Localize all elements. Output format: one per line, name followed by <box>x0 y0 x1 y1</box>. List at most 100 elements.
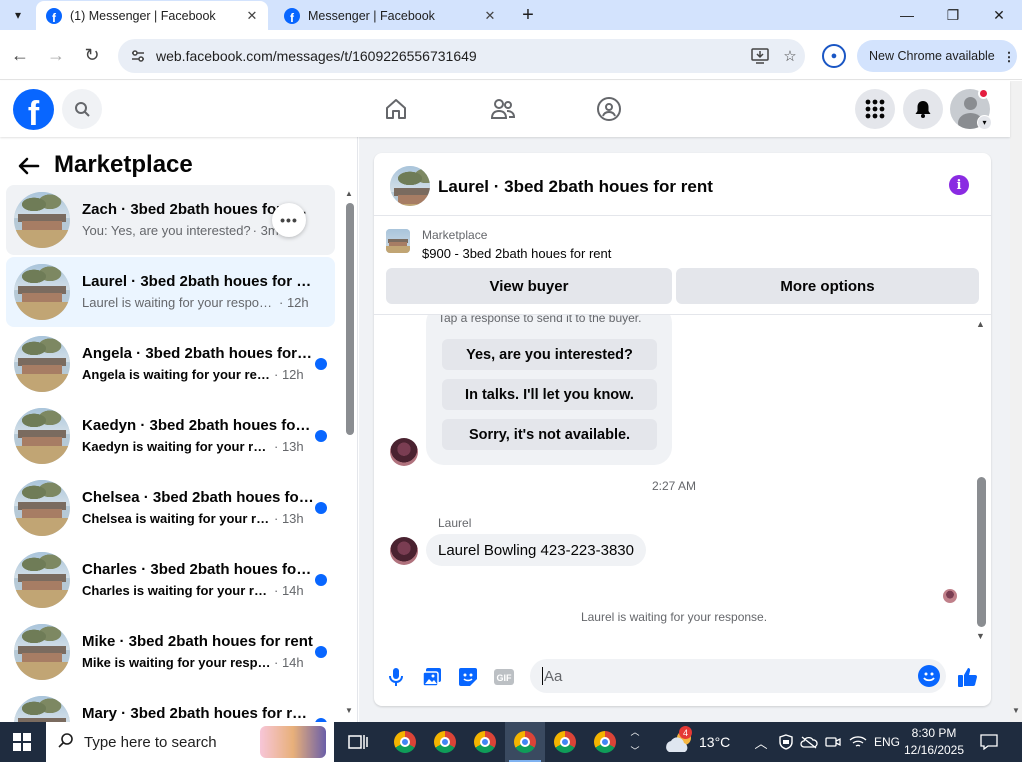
conversation-item[interactable]: Chelsea · 3bed 2bath houes for rent Chels… <box>6 473 335 543</box>
scroll-down-arrow-icon[interactable]: ▼ <box>976 631 985 641</box>
listing-thumbnail <box>14 552 70 608</box>
emoji-icon[interactable] <box>918 665 940 687</box>
preview-snippet: Kaedyn is waiting for your response. <box>82 439 272 454</box>
more-options-button[interactable]: More options <box>676 268 979 304</box>
buyer-avatar[interactable] <box>390 537 418 565</box>
info-icon[interactable]: i <box>949 175 969 195</box>
listing-thumbnail[interactable] <box>390 166 430 206</box>
close-icon[interactable]: ✕ <box>480 6 500 26</box>
conversation-preview: Kaedyn is waiting for your response.· 13… <box>82 439 304 454</box>
weather-temperature[interactable]: 13°C <box>699 734 730 750</box>
message-timestamp: 2:27 AM <box>651 479 697 493</box>
conversation-item[interactable]: Angela · 3bed 2bath houes for rent Angela… <box>6 329 335 399</box>
scrollbar-thumb[interactable] <box>346 203 354 435</box>
tab-messenger-active[interactable]: f (1) Messenger | Facebook ✕ <box>36 1 268 30</box>
chrome-update-button[interactable]: New Chrome available ⋮ <box>857 40 1017 72</box>
task-view-icon[interactable] <box>338 722 378 762</box>
sticker-icon[interactable] <box>456 665 480 689</box>
chrome-taskbar-icon[interactable] <box>505 722 545 762</box>
language-indicator[interactable]: ENG <box>874 735 900 749</box>
quick-reply-button[interactable]: Yes, are you interested? <box>442 339 657 370</box>
forward-arrow-icon[interactable]: → <box>43 42 69 68</box>
facebook-logo-icon[interactable]: f <box>13 89 54 130</box>
microphone-icon[interactable] <box>384 665 408 689</box>
menu-button[interactable] <box>855 89 895 129</box>
meet-camera-icon[interactable] <box>824 734 842 750</box>
preview-snippet: You: Yes, are you interested? <box>82 223 251 238</box>
groups-nav-button[interactable] <box>589 91 629 127</box>
chevron-up-icon[interactable]: ︿ <box>752 734 770 751</box>
scroll-up-arrow-icon[interactable]: ▲ <box>345 189 353 198</box>
tab-title: Messenger | Facebook <box>308 8 435 23</box>
conversation-preview: Angela is waiting for your response.· 12… <box>82 367 304 382</box>
onedrive-cloud-icon[interactable] <box>800 734 818 750</box>
chevron-down-icon[interactable]: ▾ <box>977 115 992 130</box>
thumbs-up-icon[interactable] <box>956 665 980 689</box>
site-info-icon[interactable] <box>128 46 148 66</box>
close-icon[interactable]: ✕ <box>242 6 262 26</box>
chrome-taskbar-icon[interactable] <box>385 722 425 762</box>
minimize-icon[interactable]: — <box>884 2 930 28</box>
install-app-icon[interactable] <box>745 41 775 71</box>
conversation-title[interactable]: Laurel · 3bed 2bath houes for rent <box>438 177 713 197</box>
conversation-item[interactable]: Charles · 3bed 2bath houes for rent Charl… <box>6 545 335 615</box>
wifi-icon[interactable] <box>849 734 867 750</box>
bookmark-star-icon[interactable]: ☆ <box>775 41 805 71</box>
listing-price-title[interactable]: $900 - 3bed 2bath houes for rent <box>422 246 611 261</box>
windows-logo-icon <box>13 733 31 751</box>
conversation-item[interactable]: Laurel · 3bed 2bath houes for rent Laurel… <box>6 257 335 327</box>
chrome-taskbar-icon[interactable] <box>585 722 625 762</box>
message-bubble[interactable]: Laurel Bowling 423-223-3830 <box>426 534 646 566</box>
kebab-menu-icon[interactable]: ⋮ <box>1003 49 1016 64</box>
reload-icon[interactable]: ↻ <box>79 42 105 68</box>
taskbar-search-box[interactable]: Type here to search <box>46 722 334 762</box>
scrollbar-thumb[interactable] <box>977 477 986 627</box>
chrome-taskbar-icon[interactable] <box>545 722 585 762</box>
back-arrow-icon[interactable] <box>18 155 40 181</box>
taskbar-search-placeholder: Type here to search <box>84 733 217 751</box>
message-input[interactable]: Aa <box>530 659 946 693</box>
conversation-item[interactable]: Zach · 3bed 2bath houes for rent You: Yes… <box>6 185 335 255</box>
restore-icon[interactable]: ❐ <box>930 2 976 28</box>
quick-reply-button[interactable]: In talks. I'll let you know. <box>442 379 657 410</box>
search-icon <box>75 102 90 117</box>
taskbar-scroll-icon[interactable]: ︿ ﹀ <box>626 724 644 760</box>
chrome-taskbar-icon[interactable] <box>465 722 505 762</box>
conversation-name: Laurel · 3bed 2bath houes for rent <box>82 273 314 290</box>
profile-icon[interactable]: ● <box>822 44 846 68</box>
gif-icon[interactable]: GIF <box>492 665 516 689</box>
conversation-header: Laurel · 3bed 2bath houes for rent i <box>374 153 991 216</box>
conversation-item[interactable]: Mike · 3bed 2bath houes for rent Mike is … <box>6 617 335 687</box>
tab-search-chevron-icon[interactable]: ▾ <box>6 4 30 26</box>
address-bar[interactable]: web.facebook.com/messages/t/160922655673… <box>118 39 805 73</box>
notifications-button[interactable] <box>903 89 943 129</box>
chrome-taskbar-icon[interactable] <box>425 722 465 762</box>
page-scrollbar[interactable]: ▼ <box>1010 81 1022 722</box>
new-tab-plus-icon[interactable]: + <box>516 4 540 26</box>
tab-messenger[interactable]: f Messenger | Facebook ✕ <box>274 1 506 30</box>
quick-reply-button[interactable]: Sorry, it's not available. <box>442 419 657 450</box>
windows-start-button[interactable] <box>0 722 44 762</box>
listing-thumbnail <box>14 624 70 680</box>
buyer-avatar[interactable] <box>390 438 418 466</box>
more-actions-button[interactable]: ••• <box>272 203 306 237</box>
listing-label: Marketplace <box>422 228 488 242</box>
security-shield-icon[interactable] <box>777 734 795 750</box>
listing-thumbnail[interactable] <box>386 229 410 253</box>
photo-icon[interactable] <box>420 665 444 689</box>
view-buyer-button[interactable]: View buyer <box>386 268 672 304</box>
conversation-item[interactable]: Kaedyn · 3bed 2bath houes for rent Kaedyn… <box>6 401 335 471</box>
home-nav-button[interactable] <box>376 91 416 127</box>
preview-snippet: Chelsea is waiting for your response. <box>82 511 272 526</box>
notification-center-icon[interactable] <box>980 734 998 750</box>
back-arrow-icon[interactable]: ← <box>7 42 33 68</box>
scroll-down-arrow-icon[interactable]: ▼ <box>1012 706 1020 715</box>
window-close-icon[interactable]: ✕ <box>976 2 1022 28</box>
friends-nav-button[interactable] <box>483 91 523 127</box>
conversation-item[interactable]: Mary · 3bed 2bath houes for rent <box>6 689 335 722</box>
clock-time: 8:30 PM <box>911 726 957 740</box>
scroll-down-arrow-icon[interactable]: ▼ <box>345 706 353 715</box>
scroll-up-arrow-icon[interactable]: ▲ <box>976 319 985 329</box>
search-button[interactable] <box>62 89 102 129</box>
taskbar-clock[interactable]: 8:30 PM 12/16/2025 <box>902 725 966 759</box>
